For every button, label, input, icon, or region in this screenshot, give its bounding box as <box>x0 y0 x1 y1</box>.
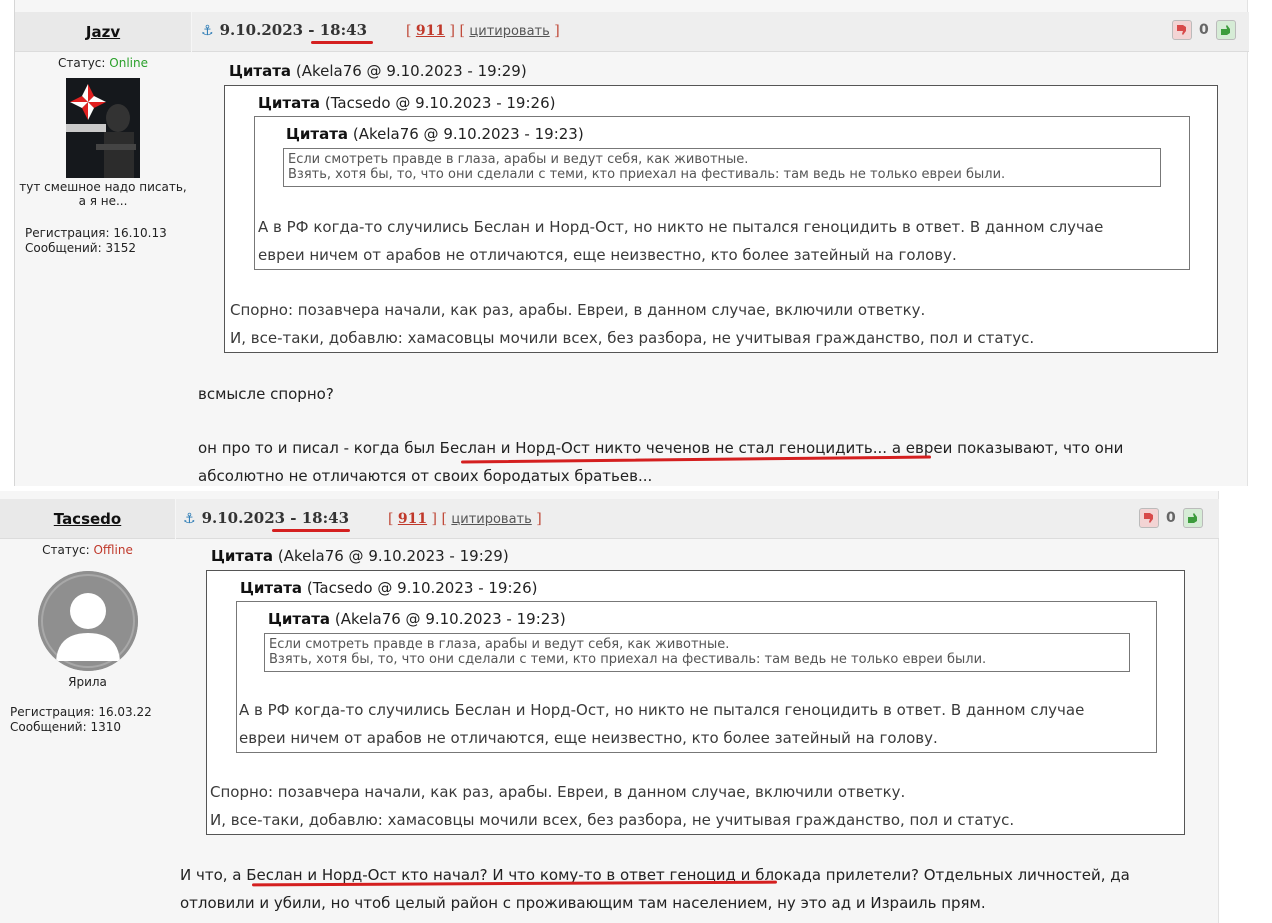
rating-count: 0 <box>1199 22 1209 38</box>
quote-title-nested: Цитата (Tacsedo @ 9.10.2023 - 19:26) <box>240 579 538 597</box>
registration-date: Регистрация: 16.10.13 <box>25 226 167 240</box>
post-jazv: Jazv ⚓ 9.10.2023 - 18:43 [ 911 ] [ цитиро… <box>14 0 1249 486</box>
post-author-header: Tacsedo <box>0 499 175 539</box>
quote-text: Взять, хотя бы, то, что они сделали с те… <box>288 167 1006 182</box>
quote-text: евреи ничем от арабов не отличаются, еще… <box>258 246 957 264</box>
rating: 0 <box>1172 20 1236 40</box>
status-value: Offline <box>93 543 133 557</box>
annotation-underline <box>311 41 373 44</box>
quote-title-nested-2: Цитата (Akela76 @ 9.10.2023 - 19:23) <box>268 610 566 628</box>
quote-box-nested: Цитата (Akela76 @ 9.10.2023 - 19:23) Есл… <box>236 601 1157 753</box>
quote-text: А в РФ когда-то случились Беслан и Норд-… <box>258 218 1104 236</box>
user-silhouette-icon <box>37 571 138 671</box>
quote-text: евреи ничем от арабов не отличаются, еще… <box>239 729 938 747</box>
post-body: всмысле спорно? он про то и писал - когд… <box>198 385 1124 485</box>
anchor-icon[interactable]: ⚓ <box>183 511 196 527</box>
quote-link[interactable]: цитировать <box>451 512 531 527</box>
post-number-link[interactable]: 911 <box>416 23 445 39</box>
post-body: И что, а Беслан и Норд-Ост кто начал? И … <box>180 866 1130 912</box>
quote-text: Если смотреть правде в глаза, арабы и ве… <box>288 152 749 167</box>
username-link[interactable]: Jazv <box>86 23 120 41</box>
annotation-underline <box>272 529 350 532</box>
post-info: ⚓ 9.10.2023 - 18:43 [ 911 ] [ цитировать … <box>201 21 560 39</box>
user-title: тут смешное надо писать, <box>19 180 187 194</box>
quote-box: Цитата (Tacsedo @ 9.10.2023 - 19:26) Цит… <box>224 85 1218 353</box>
quote-text: Спорно: позавчера начали, как раз, арабы… <box>210 783 906 801</box>
quote-box-innermost: Если смотреть правде в глаза, арабы и ве… <box>264 633 1130 672</box>
user-panel: Статус: Offline Ярила Регистрация: 16.03… <box>0 543 175 735</box>
avatar[interactable] <box>66 78 140 178</box>
user-title-2: а я не... <box>78 194 128 208</box>
quote-text: Спорно: позавчера начали, как раз, арабы… <box>230 301 926 319</box>
message-count: Сообщений: 1310 <box>10 720 121 734</box>
registration-date: Регистрация: 16.03.22 <box>10 705 152 719</box>
quote-text: Взять, хотя бы, то, что они сделали с те… <box>269 652 987 667</box>
avatar[interactable] <box>37 571 138 671</box>
post-date: 9.10.2023 - 18:43 <box>219 21 368 39</box>
status-value: Online <box>109 56 148 70</box>
thumb-down-icon[interactable] <box>1172 20 1192 40</box>
user-panel: Статус: Online тут смешное надо писать, … <box>15 56 191 256</box>
quote-box-innermost: Если смотреть правде в глаза, арабы и ве… <box>283 148 1161 187</box>
quote-link[interactable]: цитировать <box>469 24 549 39</box>
quote-text: Если смотреть правде в глаза, арабы и ве… <box>269 637 730 652</box>
quote-title-nested: Цитата (Tacsedo @ 9.10.2023 - 19:26) <box>258 94 556 112</box>
quote-box: Цитата (Tacsedo @ 9.10.2023 - 19:26) Цит… <box>206 570 1185 835</box>
quote-text: А в РФ когда-то случились Беслан и Норд-… <box>239 701 1085 719</box>
quote-text: И, все-таки, добавлю: хамасовцы мочили в… <box>210 811 1015 829</box>
post-tacsedo: Tacsedo ⚓ 9.10.2023 - 18:43 [ 911 ] [ цит… <box>0 491 1219 923</box>
quote-text: И, все-таки, добавлю: хамасовцы мочили в… <box>230 329 1035 347</box>
message-count: Сообщений: 3152 <box>25 241 136 255</box>
user-title: Ярила <box>68 675 107 689</box>
umbrella-logo-icon <box>66 78 140 178</box>
thumb-up-icon[interactable] <box>1215 20 1236 40</box>
username-link[interactable]: Tacsedo <box>54 510 121 528</box>
status-label: Статус: <box>42 543 90 557</box>
thumb-down-icon[interactable] <box>1139 508 1159 528</box>
quote-title: Цитата (Akela76 @ 9.10.2023 - 19:29) <box>211 547 509 565</box>
post-date: 9.10.2023 - 18:43 <box>201 509 350 527</box>
rating-count: 0 <box>1166 510 1176 526</box>
quote-title-nested-2: Цитата (Akela76 @ 9.10.2023 - 19:23) <box>286 125 584 143</box>
post-author-header: Jazv <box>15 12 191 52</box>
rating: 0 <box>1139 508 1203 528</box>
anchor-icon[interactable]: ⚓ <box>201 23 214 39</box>
quote-box-nested: Цитата (Akela76 @ 9.10.2023 - 19:23) Есл… <box>254 116 1190 270</box>
status-label: Статус: <box>57 56 106 70</box>
thumb-up-icon[interactable] <box>1182 508 1203 528</box>
post-number-link[interactable]: 911 <box>398 511 427 527</box>
quote-title: Цитата (Akela76 @ 9.10.2023 - 19:29) <box>229 62 527 80</box>
post-info: ⚓ 9.10.2023 - 18:43 [ 911 ] [ цитировать … <box>183 509 542 527</box>
